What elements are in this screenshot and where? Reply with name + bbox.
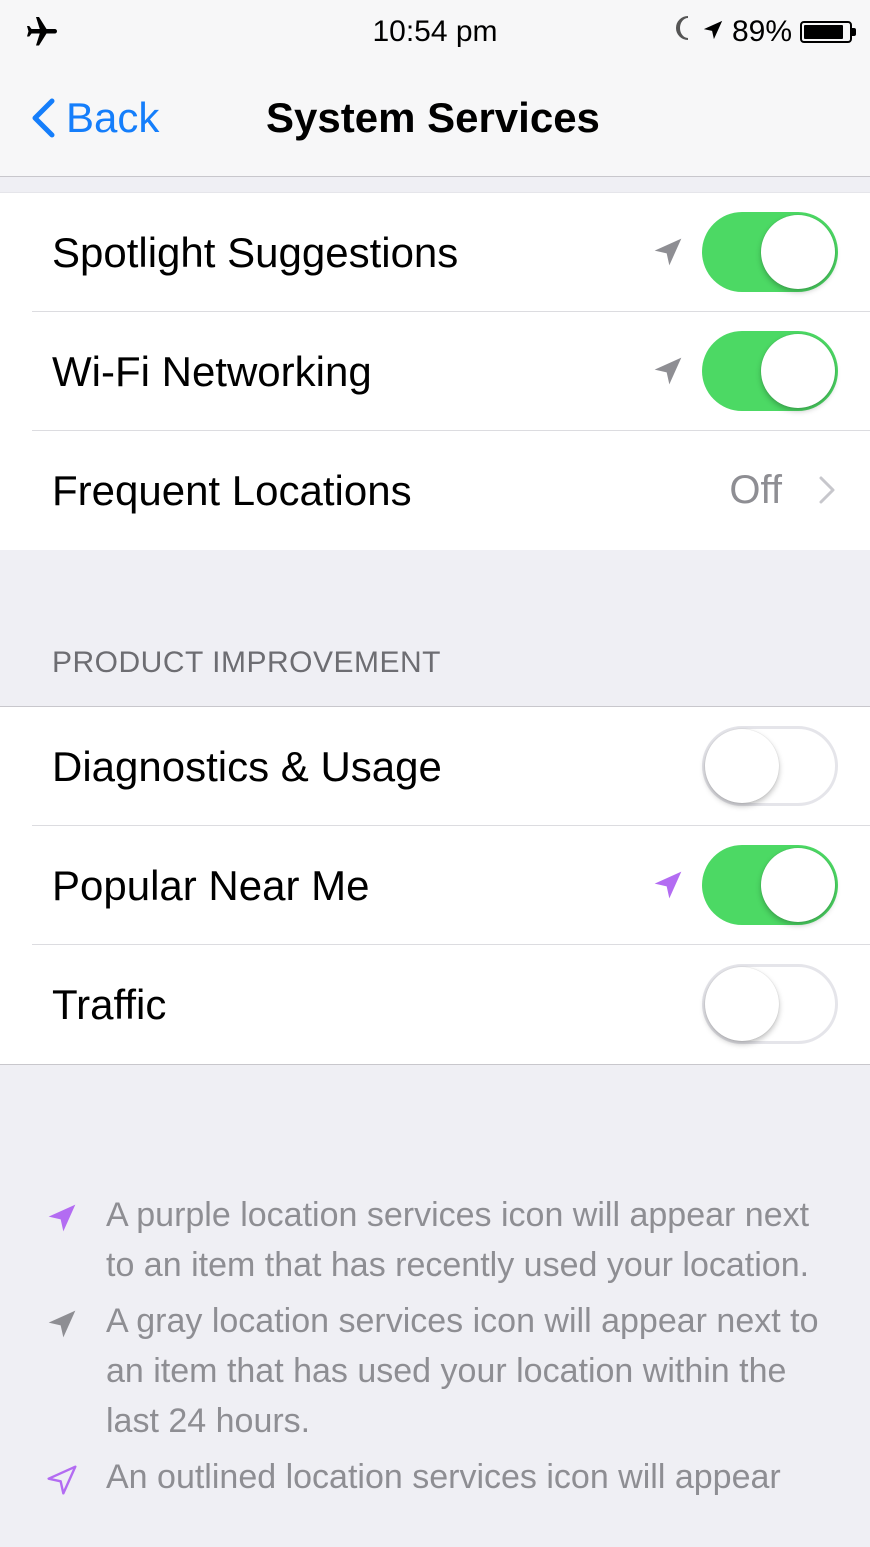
row-label: Diagnostics & Usage [52,743,442,790]
row-popular-near-me: Popular Near Me [0,826,870,945]
diagnostics-usage-switch[interactable] [702,726,838,806]
moon-icon [672,14,694,50]
location-arrow-icon [702,14,724,50]
legend-item-outlined: An outlined location services icon will … [0,1452,870,1502]
navigation-bar: Back System Services [0,64,870,177]
legend-text: A gray location services icon will appea… [106,1302,819,1440]
switch-knob [705,967,779,1041]
switch-knob [761,848,835,922]
status-bar: 10:54 pm 89% [0,0,870,64]
battery-nub [852,28,856,36]
status-right-group: 89% [672,14,856,50]
row-value: Off [729,468,782,512]
page-title: System Services [266,94,600,141]
legend-text: An outlined location services icon will … [106,1458,781,1496]
battery-icon [800,21,856,43]
battery-fill [804,25,844,39]
row-label: Frequent Locations [52,467,412,514]
row-frequent-locations[interactable]: Frequent Locations Off [0,431,870,550]
wifi-networking-switch[interactable] [702,331,838,411]
outlined-location-icon [47,1465,77,1495]
system-services-group: Spotlight Suggestions Wi-Fi Networking F… [0,192,870,550]
switch-knob [705,729,779,803]
section-header: PRODUCT IMPROVEMENT [52,646,441,679]
row-traffic: Traffic [0,945,870,1064]
chevron-right-icon [819,476,835,504]
row-wifi-networking: Wi-Fi Networking [0,312,870,431]
switch-knob [761,334,835,408]
row-label: Popular Near Me [52,862,370,909]
gray-location-icon [654,357,682,385]
row-label: Traffic [52,981,167,1028]
row-label: Spotlight Suggestions [52,229,459,276]
back-label: Back [66,94,160,141]
legend-text: A purple location services icon will app… [106,1196,810,1284]
legend-item-gray: A gray location services icon will appea… [0,1296,870,1446]
row-diagnostics-usage: Diagnostics & Usage [0,707,870,826]
back-button[interactable]: Back [30,90,159,146]
purple-location-icon [48,1204,76,1232]
switch-knob [761,215,835,289]
gray-location-icon [48,1310,76,1338]
traffic-switch[interactable] [702,964,838,1044]
spotlight-suggestions-switch[interactable] [702,212,838,292]
row-spotlight-suggestions: Spotlight Suggestions [0,193,870,312]
location-icon-legend: A purple location services icon will app… [0,1190,870,1508]
row-label: Wi-Fi Networking [52,348,372,395]
purple-location-icon [654,871,682,899]
product-improvement-group: Diagnostics & Usage Popular Near Me Traf… [0,706,870,1065]
popular-near-me-switch[interactable] [702,845,838,925]
gray-location-icon [654,238,682,266]
battery-percent: 89% [731,15,792,48]
legend-item-purple: A purple location services icon will app… [0,1190,870,1290]
chevron-left-icon [32,98,55,138]
